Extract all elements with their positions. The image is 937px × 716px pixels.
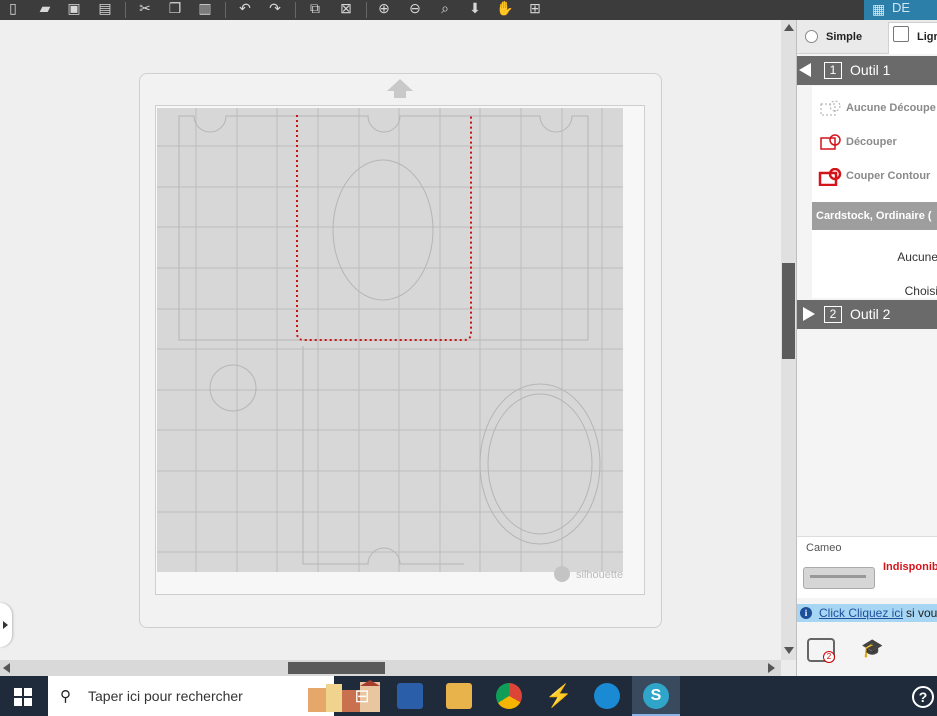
windows-start-icon[interactable] xyxy=(14,688,32,706)
info-bar: i Click Cliquez ici si vou xyxy=(797,604,937,622)
vertical-scrollbar[interactable] xyxy=(781,20,796,660)
grid-icon: ▦ xyxy=(872,1,886,17)
toolbar-divider xyxy=(295,2,296,18)
cutting-machine-icon xyxy=(803,567,875,589)
expand-left-panel-button[interactable] xyxy=(0,603,12,647)
option-cut-edge[interactable]: Couper Contour xyxy=(846,170,930,182)
mat-watermark: silhouette xyxy=(554,566,623,582)
mat-grid: silhouette xyxy=(155,105,645,595)
material-line1[interactable]: Aucune xyxy=(897,250,937,264)
taskbar-search-box[interactable]: ⚲ Taper ici pour rechercher xyxy=(48,676,380,716)
fit-page-icon[interactable]: ⊞ xyxy=(524,0,546,18)
task-view-icon[interactable]: ⊟ xyxy=(349,683,375,709)
vertical-scroll-thumb[interactable] xyxy=(782,263,795,359)
option-cut[interactable]: Découper xyxy=(846,136,897,148)
new-document-icon[interactable]: ▯ xyxy=(2,0,24,18)
tool2-label: Outil 2 xyxy=(850,306,891,322)
panel-footer: 2 🎓 xyxy=(797,622,937,676)
tab-simple[interactable]: Simple xyxy=(826,31,862,43)
cutting-mat: silhouette xyxy=(139,73,662,628)
material-settings: Aucune Choisi xyxy=(812,230,937,298)
toolbar-divider xyxy=(125,2,126,18)
top-toolbar: ▯ ▰ ▣ ▤ ✂ ❐ ▥ ↶ ↷ ⧉ ⊠ ⊕ ⊖ ⌕ ⬇ ✋ ⊞ ▦ DE xyxy=(0,0,937,20)
mat-grid-svg: silhouette xyxy=(157,108,623,582)
vscode-like-icon[interactable]: ⚡ xyxy=(545,683,572,709)
no-cut-icon xyxy=(820,100,841,116)
design-tab[interactable]: ▦ DE xyxy=(864,0,937,20)
scroll-down-icon[interactable] xyxy=(784,647,794,654)
collapse-arrow-icon xyxy=(799,63,811,77)
info-text: si vou xyxy=(906,606,937,620)
save-icon[interactable]: ▣ xyxy=(63,0,85,18)
line-tab-icon xyxy=(893,26,909,42)
toolbar-divider xyxy=(225,2,226,18)
tool1-number: 1 xyxy=(824,62,842,79)
horizontal-scroll-thumb[interactable] xyxy=(288,662,385,674)
chrome-icon[interactable] xyxy=(496,683,522,709)
send-panel: Simple Ligr 1 Outil 1 Aucune Découpe Déc… xyxy=(797,20,937,676)
tab-line[interactable]: Ligr xyxy=(917,31,937,43)
info-link[interactable]: Click Cliquez ici xyxy=(819,604,903,622)
device-name: Cameo xyxy=(806,542,842,554)
info-icon: i xyxy=(800,607,812,619)
scroll-left-icon[interactable] xyxy=(3,663,10,673)
cut-icon[interactable]: ✂ xyxy=(134,0,156,18)
device-status: Indisponib xyxy=(883,561,937,573)
feed-direction-arrow-stem xyxy=(394,90,406,98)
tool2-number: 2 xyxy=(824,306,842,323)
paste-icon[interactable]: ▥ xyxy=(194,0,216,18)
copy-icon[interactable]: ❐ xyxy=(164,0,186,18)
tutorial-cap-icon[interactable]: 🎓 xyxy=(861,638,889,658)
silhouette-studio-icon[interactable]: S xyxy=(643,683,669,709)
toolbar-divider xyxy=(366,2,367,18)
material-header[interactable]: Cardstock, Ordinaire ( xyxy=(812,202,937,230)
pan-hand-icon[interactable]: ✋ xyxy=(494,0,516,18)
machine-settings-icon[interactable]: 2 xyxy=(807,638,835,663)
mat-brand-label: silhouette xyxy=(576,569,623,581)
group-icon[interactable]: ⧉ xyxy=(304,0,326,18)
cut-shape-icon xyxy=(820,134,841,150)
simple-radio[interactable] xyxy=(805,30,818,43)
search-placeholder: Taper ici pour rechercher xyxy=(88,688,243,704)
scroll-right-icon[interactable] xyxy=(768,663,775,673)
zoom-in-icon[interactable]: ⊕ xyxy=(373,0,395,18)
redo-icon[interactable]: ↷ xyxy=(264,0,286,18)
cut-edge-icon xyxy=(818,168,842,186)
device-section: Cameo Indisponib xyxy=(797,536,937,598)
zoom-out-icon[interactable]: ⊖ xyxy=(404,0,426,18)
edge-icon[interactable] xyxy=(594,683,620,709)
horizontal-scrollbar[interactable] xyxy=(0,660,781,676)
canvas-workspace[interactable]: silhouette xyxy=(0,20,781,660)
help-icon[interactable]: ? xyxy=(912,686,934,708)
move-down-icon[interactable]: ⬇ xyxy=(464,0,486,18)
search-icon: ⚲ xyxy=(60,688,71,705)
zoom-select-icon[interactable]: ⌕ xyxy=(434,0,456,18)
mode-tabs: Simple Ligr xyxy=(797,20,937,54)
material-line2[interactable]: Choisi xyxy=(905,284,937,298)
ungroup-icon[interactable]: ⊠ xyxy=(335,0,357,18)
open-folder-icon[interactable]: ▰ xyxy=(34,0,56,18)
option-no-cut[interactable]: Aucune Découpe xyxy=(846,102,936,114)
expand-arrow-icon xyxy=(803,307,815,321)
design-tab-label: DE xyxy=(892,0,911,15)
store-icon[interactable] xyxy=(397,683,423,709)
print-icon[interactable]: ▤ xyxy=(94,0,116,18)
tool1-header[interactable]: 1 Outil 1 xyxy=(797,56,937,85)
windows-taskbar: ⚲ Taper ici pour rechercher ⊟ ⚡ S ? xyxy=(0,676,937,716)
tool1-label: Outil 1 xyxy=(850,62,891,78)
undo-icon[interactable]: ↶ xyxy=(234,0,256,18)
file-explorer-icon[interactable] xyxy=(446,683,472,709)
tool2-header[interactable]: 2 Outil 2 xyxy=(797,300,937,329)
scroll-up-icon[interactable] xyxy=(784,24,794,31)
